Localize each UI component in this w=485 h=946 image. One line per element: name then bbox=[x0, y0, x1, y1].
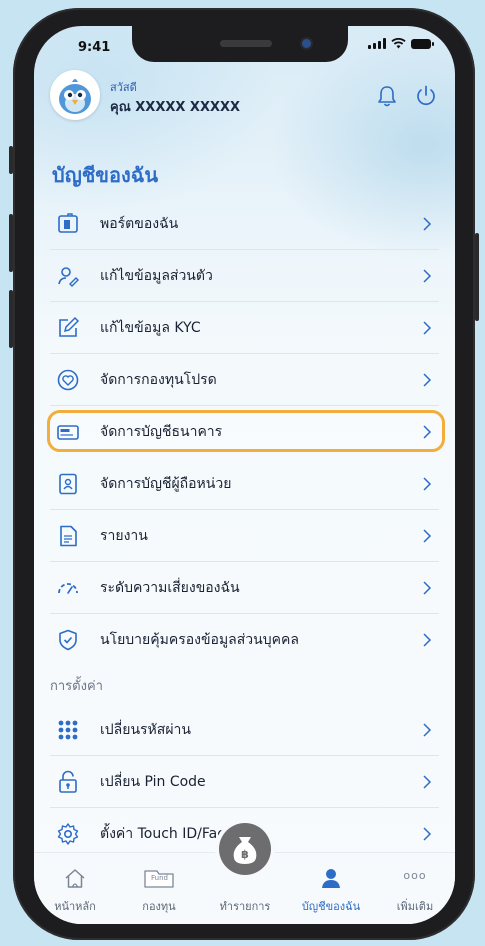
mute-switch bbox=[9, 146, 13, 174]
report-icon bbox=[60, 525, 77, 547]
tab-home[interactable]: หน้าหลัก bbox=[40, 853, 110, 924]
avatar[interactable] bbox=[50, 70, 100, 120]
header-actions bbox=[376, 84, 438, 108]
keypad-icon bbox=[58, 720, 78, 740]
chevron-right-icon bbox=[423, 425, 432, 439]
menu-item-label: จัดการกองทุนโปรด bbox=[100, 372, 217, 388]
menu-item-edit-profile[interactable]: แก้ไขข้อมูลส่วนตัว bbox=[34, 250, 455, 302]
power-icon[interactable] bbox=[414, 84, 438, 108]
menu-item-label: จัดการบัญชีผู้ถือหน่วย bbox=[100, 476, 232, 492]
menu-item-risk-level[interactable]: ระดับความเสี่ยงของฉัน bbox=[34, 562, 455, 614]
menu-item-bank-accounts[interactable]: จัดการบัญชีธนาคาร bbox=[34, 406, 455, 458]
volume-down-button bbox=[9, 290, 13, 348]
chevron-right-icon bbox=[423, 633, 432, 647]
signal-icon bbox=[368, 38, 386, 49]
status-time: 9:41 bbox=[78, 40, 111, 55]
menu-item-change-pin[interactable]: เปลี่ยน Pin Code bbox=[34, 756, 455, 808]
battery-icon bbox=[411, 38, 434, 49]
menu-item-change-password[interactable]: เปลี่ยนรหัสผ่าน bbox=[34, 704, 455, 756]
bird-mascot-icon bbox=[59, 79, 91, 114]
power-button bbox=[475, 233, 479, 321]
chevron-right-icon bbox=[423, 477, 432, 491]
menu-item-label: แก้ไขข้อมูลส่วนตัว bbox=[100, 268, 213, 284]
baht-symbol: ฿ bbox=[241, 848, 249, 861]
greeting-text: สวัสดี bbox=[110, 81, 137, 94]
menu-item-portfolio[interactable]: พอร์ตของฉัน bbox=[34, 198, 455, 250]
account-menu: พอร์ตของฉัน แก้ไขข้อมูลส่วนตัว แก้ไขข้อม… bbox=[34, 198, 455, 860]
menu-item-label: พอร์ตของฉัน bbox=[100, 216, 179, 232]
heart-icon bbox=[57, 369, 79, 391]
wifi-icon bbox=[391, 38, 406, 49]
volume-up-button bbox=[9, 214, 13, 272]
chevron-right-icon bbox=[423, 217, 432, 231]
bank-card-icon bbox=[57, 425, 79, 440]
menu-item-label: จัดการบัญชีธนาคาร bbox=[100, 424, 223, 440]
menu-item-edit-kyc[interactable]: แก้ไขข้อมูล KYC bbox=[34, 302, 455, 354]
fund-icon-text: Fund bbox=[151, 874, 168, 882]
more-icon: ooo bbox=[403, 869, 427, 882]
phone-frame: 9:41 สวัสดี คุณ XXXXX XXXXX บัญชีของฉัน … bbox=[9, 8, 479, 940]
bell-icon[interactable] bbox=[376, 84, 398, 108]
unitholder-icon bbox=[59, 473, 77, 495]
fund-icon: Fund bbox=[144, 870, 174, 888]
menu-item-label: แก้ไขข้อมูล KYC bbox=[100, 320, 201, 336]
chevron-right-icon bbox=[423, 373, 432, 387]
speaker bbox=[220, 40, 272, 47]
person-icon bbox=[322, 869, 340, 888]
menu-item-reports[interactable]: รายงาน bbox=[34, 510, 455, 562]
settings-section-header: การตั้งค่า bbox=[34, 666, 455, 704]
menu-item-label: นโยบายคุ้มครองข้อมูลส่วนบุคคล bbox=[100, 632, 299, 648]
tab-funds[interactable]: Fund กองทุน bbox=[124, 853, 194, 924]
tab-label: บัญชีของฉัน bbox=[301, 900, 361, 913]
menu-item-label: เปลี่ยนรหัสผ่าน bbox=[100, 722, 191, 738]
menu-item-favorite-funds[interactable]: จัดการกองทุนโปรด bbox=[34, 354, 455, 406]
chevron-right-icon bbox=[423, 269, 432, 283]
notch bbox=[132, 26, 348, 62]
chevron-right-icon bbox=[423, 321, 432, 335]
menu-item-privacy-policy[interactable]: นโยบายคุ้มครองข้อมูลส่วนบุคคล bbox=[34, 614, 455, 666]
chevron-right-icon bbox=[423, 581, 432, 595]
tab-my-account[interactable]: บัญชีของฉัน bbox=[296, 853, 366, 924]
home-icon bbox=[65, 869, 85, 888]
page-title: บัญชีของฉัน bbox=[52, 163, 159, 187]
user-edit-icon bbox=[58, 267, 79, 287]
portfolio-icon bbox=[58, 213, 78, 233]
front-camera bbox=[302, 39, 311, 48]
status-icons bbox=[368, 38, 434, 49]
menu-item-label: ระดับความเสี่ยงของฉัน bbox=[100, 580, 240, 596]
menu-item-label: รายงาน bbox=[100, 528, 148, 544]
gear-icon bbox=[57, 823, 79, 845]
risk-gauge-icon bbox=[58, 583, 78, 594]
chevron-right-icon bbox=[423, 529, 432, 543]
tab-label: หน้าหลัก bbox=[54, 900, 96, 913]
tab-label: กองทุน bbox=[142, 900, 176, 913]
chevron-right-icon bbox=[423, 723, 432, 737]
menu-item-unitholder-accounts[interactable]: จัดการบัญชีผู้ถือหน่วย bbox=[34, 458, 455, 510]
tab-label: เพิ่มเติม bbox=[396, 900, 434, 913]
menu-item-label: เปลี่ยน Pin Code bbox=[100, 774, 206, 790]
username-text: คุณ XXXXX XXXXX bbox=[110, 100, 241, 115]
tab-more[interactable]: ooo เพิ่มเติม bbox=[380, 853, 450, 924]
profile-header: สวัสดี คุณ XXXXX XXXXX bbox=[50, 70, 440, 126]
lock-icon bbox=[59, 770, 77, 793]
settings-section-label: การตั้งค่า bbox=[50, 678, 103, 694]
app-screen: 9:41 สวัสดี คุณ XXXXX XXXXX บัญชีของฉัน … bbox=[34, 26, 455, 924]
edit-icon bbox=[59, 316, 80, 337]
tab-label: ทำรายการ bbox=[219, 900, 271, 913]
chevron-right-icon bbox=[423, 827, 432, 841]
chevron-right-icon bbox=[423, 775, 432, 789]
money-bag-icon: ฿ bbox=[233, 837, 257, 864]
shield-check-icon bbox=[59, 629, 77, 651]
transaction-fab[interactable]: ฿ bbox=[219, 823, 271, 875]
